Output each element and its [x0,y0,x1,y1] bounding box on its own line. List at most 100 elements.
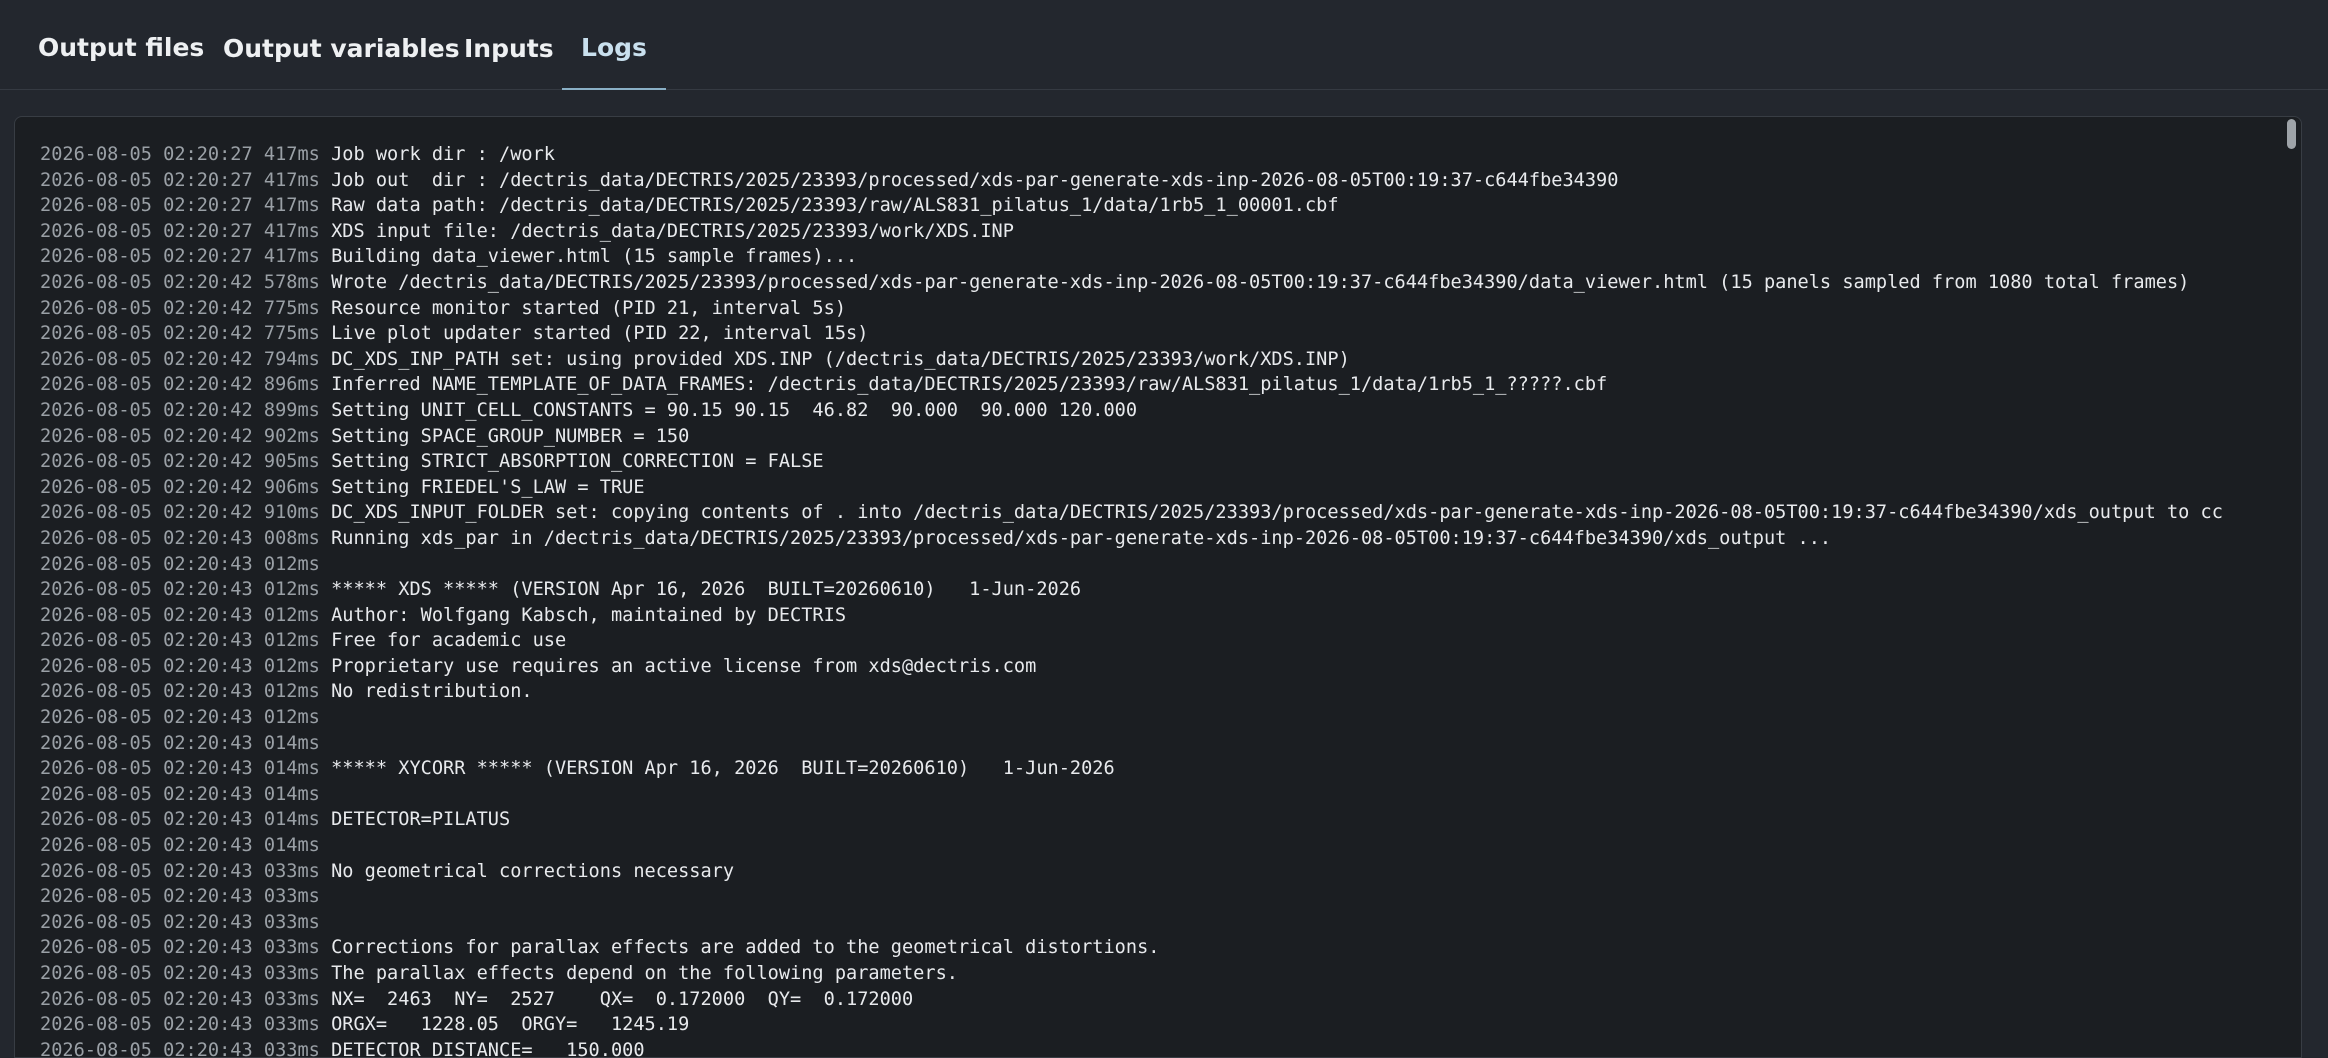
log-timestamp: 2026-08-05 02:20:42 906ms [40,476,320,498]
log-line: 2026-08-05 02:20:43 014ms ***** XYCORR *… [40,756,2285,782]
log-message: Free for academic use [331,630,567,652]
log-message: Wrote /dectris_data/DECTRIS/2025/23393/p… [331,271,2190,293]
log-line: 2026-08-05 02:20:43 014ms DETECTOR=PILAT… [40,807,2285,833]
log-timestamp: 2026-08-05 02:20:27 417ms [40,169,320,191]
log-line: 2026-08-05 02:20:42 899ms Setting UNIT_C… [40,398,2285,424]
log-line: 2026-08-05 02:20:43 033ms No geometrical… [40,859,2285,885]
log-message: Running xds_par in /dectris_data/DECTRIS… [331,527,1832,549]
log-message: Live plot updater started (PID 22, inter… [331,323,869,345]
active-tab-indicator [562,88,666,90]
log-message: DC_XDS_INP_PATH set: using provided XDS.… [331,348,1350,370]
log-line: 2026-08-05 02:20:27 417ms XDS input file… [40,219,2285,245]
log-timestamp: 2026-08-05 02:20:43 014ms [40,835,320,857]
log-timestamp: 2026-08-05 02:20:43 033ms [40,911,320,933]
log-timestamp: 2026-08-05 02:20:42 775ms [40,323,320,345]
log-timestamp: 2026-08-05 02:20:43 014ms [40,783,320,805]
log-message: ***** XYCORR ***** (VERSION Apr 16, 2026… [331,758,1115,780]
log-message: Raw data path: /dectris_data/DECTRIS/202… [331,195,1339,217]
log-line: 2026-08-05 02:20:42 794ms DC_XDS_INP_PAT… [40,347,2285,373]
log-line: 2026-08-05 02:20:43 012ms Author: Wolfga… [40,603,2285,629]
log-line: 2026-08-05 02:20:27 417ms Building data_… [40,244,2285,270]
tab-logs[interactable]: Logs [562,0,666,90]
log-message: DETECTOR_DISTANCE= 150.000 [331,1039,645,1058]
log-line: 2026-08-05 02:20:42 906ms Setting FRIEDE… [40,475,2285,501]
log-timestamp: 2026-08-05 02:20:43 014ms [40,758,320,780]
log-line: 2026-08-05 02:20:43 012ms No redistribut… [40,679,2285,705]
log-timestamp: 2026-08-05 02:20:43 012ms [40,681,320,703]
log-line: 2026-08-05 02:20:43 008ms Running xds_pa… [40,526,2285,552]
log-timestamp: 2026-08-05 02:20:43 008ms [40,527,320,549]
log-line: 2026-08-05 02:20:43 033ms ORGX= 1228.05 … [40,1012,2285,1038]
log-timestamp: 2026-08-05 02:20:43 033ms [40,937,320,959]
log-timestamp: 2026-08-05 02:20:42 902ms [40,425,320,447]
log-timestamp: 2026-08-05 02:20:42 910ms [40,502,320,524]
log-timestamp: 2026-08-05 02:20:43 033ms [40,860,320,882]
log-line: 2026-08-05 02:20:43 014ms [40,731,2285,757]
log-timestamp: 2026-08-05 02:20:27 417ms [40,220,320,242]
log-timestamp: 2026-08-05 02:20:43 012ms [40,655,320,677]
log-message: No redistribution. [331,681,533,703]
tab-bar: Output files Output variables Inputs Log… [0,0,2328,90]
tab-output-variables[interactable]: Output variables [211,0,472,90]
log-timestamp: 2026-08-05 02:20:43 012ms [40,604,320,626]
log-line: 2026-08-05 02:20:42 902ms Setting SPACE_… [40,424,2285,450]
log-timestamp: 2026-08-05 02:20:27 417ms [40,144,320,165]
log-line: 2026-08-05 02:20:43 014ms [40,833,2285,859]
log-line: 2026-08-05 02:20:43 012ms Proprietary us… [40,654,2285,680]
log-line: 2026-08-05 02:20:43 014ms [40,782,2285,808]
log-timestamp: 2026-08-05 02:20:27 417ms [40,195,320,217]
log-message: Setting UNIT_CELL_CONSTANTS = 90.15 90.1… [331,399,1138,421]
log-message: Building data_viewer.html (15 sample fra… [331,246,858,268]
log-timestamp: 2026-08-05 02:20:43 033ms [40,1039,320,1058]
log-timestamp: 2026-08-05 02:20:43 033ms [40,886,320,908]
log-lines: 2026-08-05 02:20:27 417ms Job work dir :… [40,142,2285,1058]
log-message: Setting STRICT_ABSORPTION_CORRECTION = F… [331,451,824,473]
log-timestamp: 2026-08-05 02:20:43 012ms [40,553,320,575]
log-message: Inferred NAME_TEMPLATE_OF_DATA_FRAMES: /… [331,374,1608,396]
log-message: ***** XDS ***** (VERSION Apr 16, 2026 BU… [331,579,1082,601]
log-message: DC_XDS_INPUT_FOLDER set: copying content… [331,502,2223,524]
log-timestamp: 2026-08-05 02:20:43 012ms [40,707,320,729]
log-message: Author: Wolfgang Kabsch, maintained by D… [331,604,847,626]
log-line: 2026-08-05 02:20:43 012ms [40,552,2285,578]
log-line: 2026-08-05 02:20:43 012ms [40,705,2285,731]
log-line: 2026-08-05 02:20:27 417ms Raw data path:… [40,193,2285,219]
log-message: No geometrical corrections necessary [331,860,735,882]
log-message: Resource monitor started (PID 21, interv… [331,297,847,319]
log-timestamp: 2026-08-05 02:20:42 775ms [40,297,320,319]
log-message: DETECTOR=PILATUS [331,809,511,831]
log-line: 2026-08-05 02:20:43 033ms The parallax e… [40,961,2285,987]
log-line: 2026-08-05 02:20:43 033ms NX= 2463 NY= 2… [40,987,2285,1013]
log-line: 2026-08-05 02:20:27 417ms Job out dir : … [40,168,2285,194]
log-line: 2026-08-05 02:20:42 775ms Resource monit… [40,296,2285,322]
log-line: 2026-08-05 02:20:42 775ms Live plot upda… [40,321,2285,347]
log-line: 2026-08-05 02:20:43 033ms DETECTOR_DISTA… [40,1038,2285,1058]
log-line: 2026-08-05 02:20:27 417ms Job work dir :… [40,142,2285,168]
log-timestamp: 2026-08-05 02:20:42 794ms [40,348,320,370]
log-message: Job work dir : /work [331,144,555,165]
log-line: 2026-08-05 02:20:42 905ms Setting STRICT… [40,449,2285,475]
log-timestamp: 2026-08-05 02:20:43 012ms [40,630,320,652]
tab-inputs[interactable]: Inputs [452,0,566,90]
log-line: 2026-08-05 02:20:42 910ms DC_XDS_INPUT_F… [40,500,2285,526]
log-timestamp: 2026-08-05 02:20:42 896ms [40,374,320,396]
log-timestamp: 2026-08-05 02:20:27 417ms [40,246,320,268]
log-message: XDS input file: /dectris_data/DECTRIS/20… [331,220,1014,242]
log-message: ORGX= 1228.05 ORGY= 1245.19 [331,1014,690,1036]
log-panel[interactable]: 2026-08-05 02:20:27 417ms Job work dir :… [14,116,2302,1058]
log-message: Proprietary use requires an active licen… [331,655,1037,677]
scrollbar-thumb[interactable] [2287,119,2296,149]
log-message: Job out dir : /dectris_data/DECTRIS/2025… [331,169,1619,191]
log-line: 2026-08-05 02:20:43 033ms Corrections fo… [40,935,2285,961]
log-timestamp: 2026-08-05 02:20:42 578ms [40,271,320,293]
log-timestamp: 2026-08-05 02:20:43 033ms [40,1014,320,1036]
log-line: 2026-08-05 02:20:42 578ms Wrote /dectris… [40,270,2285,296]
log-timestamp: 2026-08-05 02:20:43 033ms [40,988,320,1010]
log-line: 2026-08-05 02:20:42 896ms Inferred NAME_… [40,372,2285,398]
tab-output-files[interactable]: Output files [26,0,216,90]
log-timestamp: 2026-08-05 02:20:42 899ms [40,399,320,421]
log-timestamp: 2026-08-05 02:20:42 905ms [40,451,320,473]
log-message: Corrections for parallax effects are add… [331,937,1160,959]
log-timestamp: 2026-08-05 02:20:43 014ms [40,809,320,831]
log-timestamp: 2026-08-05 02:20:43 033ms [40,963,320,984]
